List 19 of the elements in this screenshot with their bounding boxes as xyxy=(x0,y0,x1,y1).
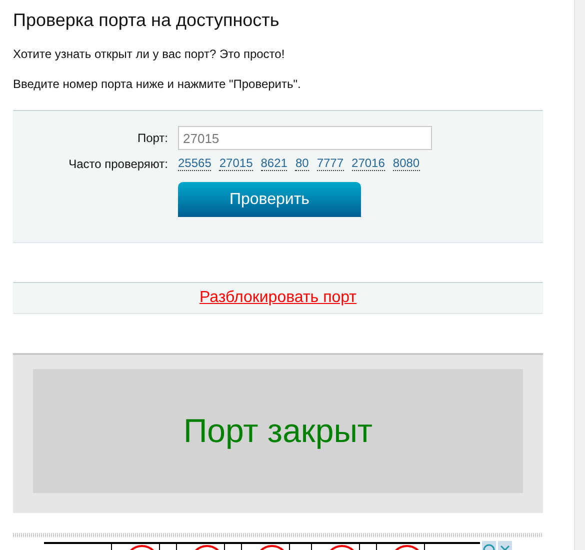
port-link[interactable]: 8621 xyxy=(260,156,288,171)
intro-text: Хотите узнать открыт ли у вас порт? Это просто! xyxy=(13,47,286,61)
port-link[interactable]: 27015 xyxy=(219,156,253,171)
port-label: Порт: xyxy=(136,131,168,145)
close-icon[interactable] xyxy=(498,541,512,550)
port-link[interactable]: 80 xyxy=(295,156,309,171)
unblock-link[interactable]: Разблокировать порт xyxy=(199,289,357,307)
port-link[interactable]: 27016 xyxy=(352,156,385,171)
result-text: Порт закрыт xyxy=(183,412,373,450)
port-link[interactable]: 8080 xyxy=(392,156,420,171)
info-icon[interactable] xyxy=(482,541,496,550)
port-input[interactable]: 27015 xyxy=(178,126,432,150)
port-link[interactable]: 7777 xyxy=(316,156,344,171)
scrollbar-track[interactable] xyxy=(574,0,585,550)
page-title: Проверка порта на доступность xyxy=(13,10,280,31)
port-link[interactable]: 25565 xyxy=(178,156,212,171)
frequent-label: Часто проверяют: xyxy=(68,156,168,170)
instruction-text: Введите номер порта ниже и нажмите "Проверить". xyxy=(13,77,302,91)
check-button[interactable]: Проверить xyxy=(178,182,361,217)
